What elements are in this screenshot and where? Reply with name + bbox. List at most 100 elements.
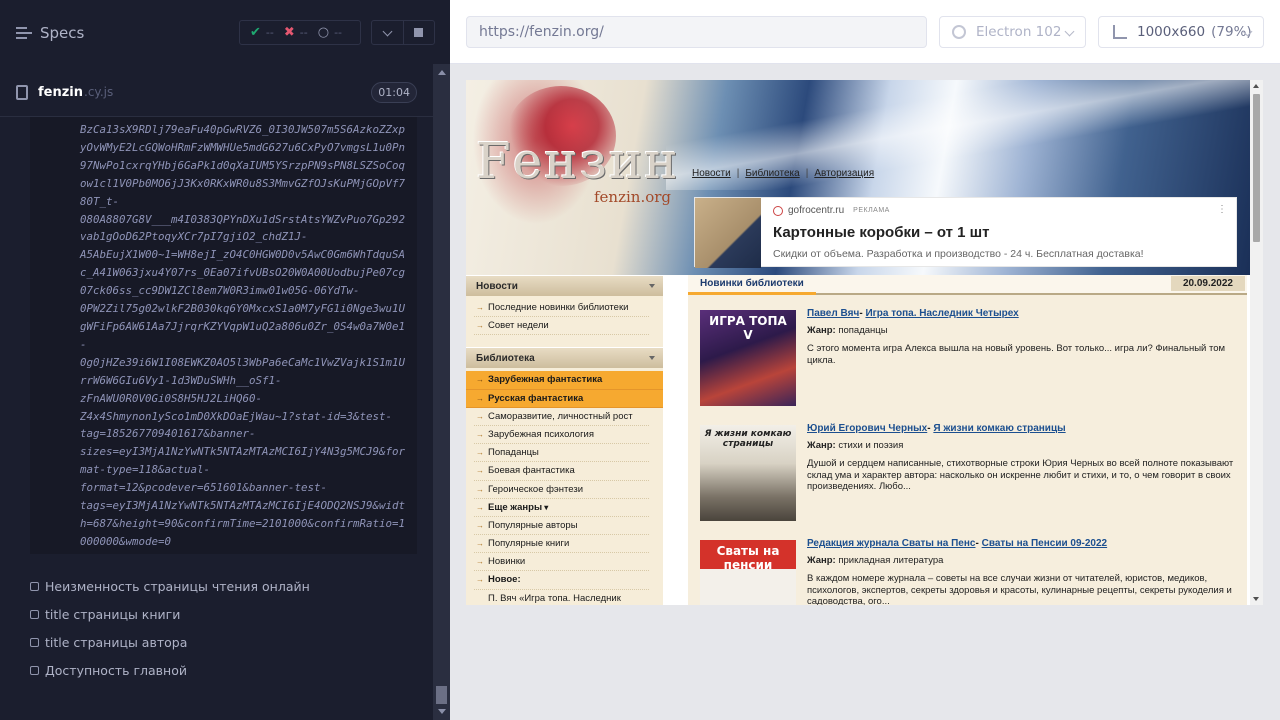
sidebar-item-russian-sf[interactable]: Русская фантастика [466, 389, 663, 408]
site-logo[interactable]: Fензин [476, 132, 680, 190]
aut-iframe: Fензин fenzin.org Новости | Библиотека |… [466, 80, 1263, 605]
test-list: Неизменность страницы чтения онлайн titl… [0, 572, 433, 684]
sidebar-news-header[interactable]: Новости [466, 275, 663, 296]
top-nav: Новости | Библиотека | Авторизация [692, 168, 874, 179]
scroll-down-icon[interactable] [1253, 597, 1259, 601]
test-title: title страницы автора [45, 634, 188, 650]
nav-separator: | [805, 168, 809, 179]
book-author-link[interactable]: Павел Вяч [807, 308, 859, 319]
viewport-selector[interactable]: 1000x660 (79%) [1098, 16, 1264, 48]
menu-icon [16, 27, 32, 39]
ad-domain-row: gofrocentr.ru РЕКЛАМА [773, 205, 890, 216]
more-options-icon[interactable]: ⋮ [1217, 204, 1227, 215]
ad-banner[interactable]: gofrocentr.ru РЕКЛАМА Картонные коробки … [694, 197, 1237, 268]
tab-new-books[interactable]: Новинки библиотеки [688, 278, 816, 295]
genre-label: Жанр: [807, 440, 836, 451]
book-cover[interactable]: Я жизни комкаю страницы [700, 425, 796, 521]
iframe-scrollbar[interactable] [1250, 80, 1263, 605]
ad-label: РЕКЛАМА [853, 207, 890, 214]
scroll-up-icon[interactable] [438, 70, 446, 75]
scroll-up-icon[interactable] [1253, 84, 1259, 88]
scroll-down-icon[interactable] [438, 709, 446, 714]
cover-title: Я жизни комкаю страницы [704, 429, 792, 449]
failed-count: -- [299, 26, 308, 39]
sidebar-item[interactable]: Попаданцы [474, 444, 649, 463]
site-logo-domain: fenzin.org [594, 188, 672, 206]
book-cover[interactable]: ИГРА ТОПА V [700, 310, 796, 406]
book-author-link[interactable]: Редакция журнала Сваты на Пенс [807, 538, 975, 549]
spec-ext: .cy.js [84, 85, 114, 99]
scrollbar-thumb[interactable] [1253, 94, 1260, 242]
test-item[interactable]: Доступность главной [0, 656, 433, 684]
ad-favicon-icon [773, 205, 783, 216]
url-bar[interactable]: https://fenzin.org/ [466, 16, 927, 48]
collapse-button[interactable] [372, 21, 403, 44]
reporter: fenzin .cy.js 01:04 BzCa13sX9RDlj79eaFu4… [0, 64, 433, 720]
browser-selector[interactable]: Electron 102 [939, 16, 1086, 48]
sidebar-new-item[interactable]: П. Вяч «Игра топа. Наследник [474, 590, 649, 605]
sidebar-item[interactable]: Совет недели [474, 317, 649, 336]
app-under-test-panel: https://fenzin.org/ Electron 102 1000x66… [450, 0, 1280, 720]
spec-file-header[interactable]: fenzin .cy.js 01:04 [16, 80, 417, 104]
genre-label: Жанр: [807, 325, 836, 336]
main-content: Новинки библиотеки 20.09.2022 ИГРА ТОПА … [688, 275, 1247, 605]
chevron-down-icon [1064, 26, 1075, 37]
nav-login-link[interactable]: Авторизация [814, 168, 874, 179]
pending-icon: ○ [317, 25, 330, 40]
test-item[interactable]: title страницы автора [0, 628, 433, 656]
book-description: Душой и сердцем написанные, стихотворные… [807, 458, 1234, 492]
sidebar-item[interactable]: Популярные книги [474, 535, 649, 554]
test-state-icon [30, 609, 39, 619]
sidebar-item-more-genres[interactable]: Еще жанры ▾ [474, 499, 649, 517]
test-title: Неизменность страницы чтения онлайн [45, 578, 310, 594]
book-cover[interactable]: Сваты на пенсии [700, 540, 796, 605]
passed-count: -- [265, 26, 274, 39]
book-title-link[interactable]: Игра топа. Наследник Четырех [865, 308, 1018, 319]
sidebar-item[interactable]: Последние новинки библиотеки [474, 299, 649, 318]
content-date: 20.09.2022 [1170, 276, 1245, 291]
nav-news-link[interactable]: Новости [692, 168, 731, 179]
reporter-scrollbar[interactable] [433, 64, 450, 720]
sidebar-item[interactable]: Героическое фэнтези [474, 481, 649, 499]
book-meta: Редакция журнала Сваты на Пенс- Сваты на… [807, 538, 1236, 605]
sidebar-item[interactable]: Популярные авторы [474, 517, 649, 536]
sidebar-item[interactable]: Новинки [474, 553, 649, 572]
specs-toggle-button[interactable]: Specs [16, 22, 84, 44]
site-sidebar: Новости Последние новинки библиотеки Сов… [466, 275, 663, 605]
book-title-link[interactable]: Я жизни комкаю страницы [933, 423, 1065, 434]
book-author-link[interactable]: Юрий Егорович Черных [807, 423, 927, 434]
library-list: Зарубежная фантастика Русская фантастика… [466, 368, 663, 605]
cover-title: ИГРА ТОПА V [709, 314, 787, 342]
test-item[interactable]: Неизменность страницы чтения онлайн [0, 572, 433, 600]
stop-button[interactable] [402, 21, 435, 44]
test-state-icon [30, 581, 39, 591]
runner-header: Specs ✔ -- ✖ -- ○ -- [0, 0, 450, 64]
sidebar-item-foreign-sf[interactable]: Зарубежная фантастика [466, 371, 663, 390]
book-entry: ИГРА ТОПА V Павел Вяч- Игра топа. Наслед… [700, 297, 1240, 407]
content-tabbar: Новинки библиотеки 20.09.2022 [688, 275, 1247, 295]
aut-header: https://fenzin.org/ Electron 102 1000x66… [450, 0, 1280, 64]
book-title-link[interactable]: Сваты на Пенсии 09-2022 [982, 538, 1108, 549]
ad-title[interactable]: Картонные коробки – от 1 шт [773, 224, 990, 241]
stop-icon [414, 28, 424, 37]
cypress-runner-panel: Specs ✔ -- ✖ -- ○ -- fenzin .cy.js 01:04 Bz… [0, 0, 450, 720]
book-genre: стихи и поэзия [838, 440, 904, 451]
book-entry: Сваты на пенсии Редакция журнала Сваты н… [700, 527, 1240, 605]
sidebar-item[interactable]: Саморазвитие, личностный рост [474, 408, 649, 426]
document-icon [16, 84, 28, 100]
scrollbar-thumb[interactable] [436, 686, 447, 704]
sidebar-item[interactable]: Зарубежная психология [474, 426, 649, 445]
test-item[interactable]: title страницы книги [0, 600, 433, 628]
command-log-output: BzCa13sX9RDlj79eaFu40pGwRVZ6_0I30JW507m5… [30, 117, 417, 554]
sidebar-item[interactable]: Боевая фантастика [474, 462, 649, 481]
cover-title: Сваты на пенсии [716, 544, 780, 572]
sidebar-library-header[interactable]: Библиотека [466, 347, 663, 369]
caret-down-icon: ▾ [542, 502, 549, 512]
dropdown-arrow-icon [649, 284, 655, 288]
book-description: С этого момента игра Алекса вышла на нов… [807, 343, 1226, 366]
book-entry: Я жизни комкаю страницы Юрий Егорович Че… [700, 412, 1240, 522]
sidebar-library-title: Библиотека [476, 352, 535, 364]
nav-library-link[interactable]: Библиотека [745, 168, 799, 179]
spec-duration: 01:04 [371, 82, 417, 103]
test-title: title страницы книги [45, 606, 181, 622]
